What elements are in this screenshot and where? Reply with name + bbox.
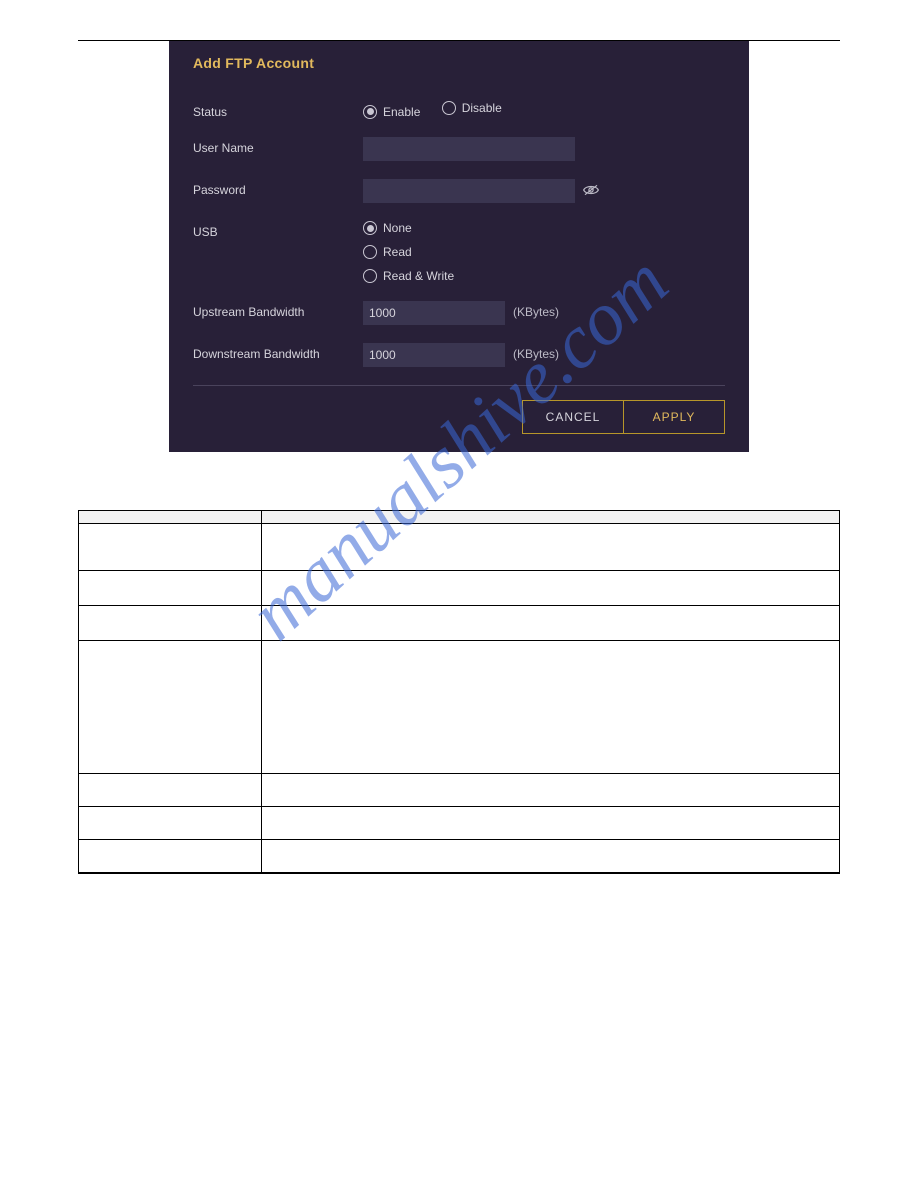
cell-desc — [261, 774, 839, 807]
footer-rule — [78, 873, 840, 874]
cell-desc — [261, 524, 839, 571]
radio-disable[interactable]: Disable — [442, 101, 502, 115]
radio-icon — [363, 269, 377, 283]
row-status: Status Enable Disable — [193, 101, 725, 119]
radio-usb-rw-label: Read & Write — [383, 269, 454, 283]
row-username: User Name — [193, 137, 725, 161]
table-row — [79, 774, 840, 807]
cell-param — [79, 571, 262, 606]
table-row — [79, 840, 840, 873]
radio-usb-rw[interactable]: Read & Write — [363, 269, 454, 283]
password-input[interactable] — [363, 179, 575, 203]
usb-options: None Read Read & Write — [363, 221, 472, 283]
table-row — [79, 807, 840, 840]
radio-icon — [363, 245, 377, 259]
table-row — [79, 606, 840, 641]
downstream-unit: (KBytes) — [513, 343, 559, 361]
row-password: Password — [193, 179, 725, 203]
cell-param — [79, 807, 262, 840]
upstream-unit: (KBytes) — [513, 301, 559, 319]
cell-param — [79, 641, 262, 774]
eye-icon[interactable] — [583, 179, 599, 200]
dialog-title: Add FTP Account — [193, 55, 725, 71]
row-usb: USB None Read Read & Write — [193, 221, 725, 283]
radio-enable-label: Enable — [383, 105, 420, 119]
cell-desc — [261, 840, 839, 873]
parameter-table — [78, 510, 840, 873]
radio-usb-read-label: Read — [383, 245, 412, 259]
add-ftp-dialog: Add FTP Account Status Enable Disable Us… — [169, 41, 749, 452]
th-desc — [261, 511, 839, 524]
cell-param — [79, 524, 262, 571]
table-row — [79, 524, 840, 571]
username-input[interactable] — [363, 137, 575, 161]
status-options: Enable Disable — [363, 101, 520, 119]
row-upstream: Upstream Bandwidth (KBytes) — [193, 301, 725, 325]
radio-disable-label: Disable — [462, 101, 502, 115]
cell-param — [79, 774, 262, 807]
cell-param — [79, 606, 262, 641]
radio-usb-none-label: None — [383, 221, 412, 235]
radio-enable[interactable]: Enable — [363, 105, 420, 119]
table-row — [79, 571, 840, 606]
cell-desc — [261, 571, 839, 606]
cancel-button-label: CANCEL — [546, 410, 601, 424]
label-downstream: Downstream Bandwidth — [193, 343, 363, 361]
radio-icon — [363, 105, 377, 119]
table-row — [79, 641, 840, 774]
apply-button-label: APPLY — [653, 410, 696, 424]
cell-desc — [261, 606, 839, 641]
th-param — [79, 511, 262, 524]
apply-button[interactable]: APPLY — [623, 400, 725, 434]
cell-desc — [261, 641, 839, 774]
label-password: Password — [193, 179, 363, 197]
radio-usb-read[interactable]: Read — [363, 245, 454, 259]
downstream-input[interactable] — [363, 343, 505, 367]
upstream-input[interactable] — [363, 301, 505, 325]
label-username: User Name — [193, 137, 363, 155]
label-usb: USB — [193, 221, 363, 239]
cell-desc — [261, 807, 839, 840]
label-upstream: Upstream Bandwidth — [193, 301, 363, 319]
row-downstream: Downstream Bandwidth (KBytes) — [193, 343, 725, 367]
radio-icon — [363, 221, 377, 235]
cell-param — [79, 840, 262, 873]
cancel-button[interactable]: CANCEL — [522, 400, 623, 434]
radio-usb-none[interactable]: None — [363, 221, 454, 235]
dialog-buttons: CANCEL APPLY — [193, 386, 725, 452]
table-header-row — [79, 511, 840, 524]
radio-icon — [442, 101, 456, 115]
label-status: Status — [193, 101, 363, 119]
